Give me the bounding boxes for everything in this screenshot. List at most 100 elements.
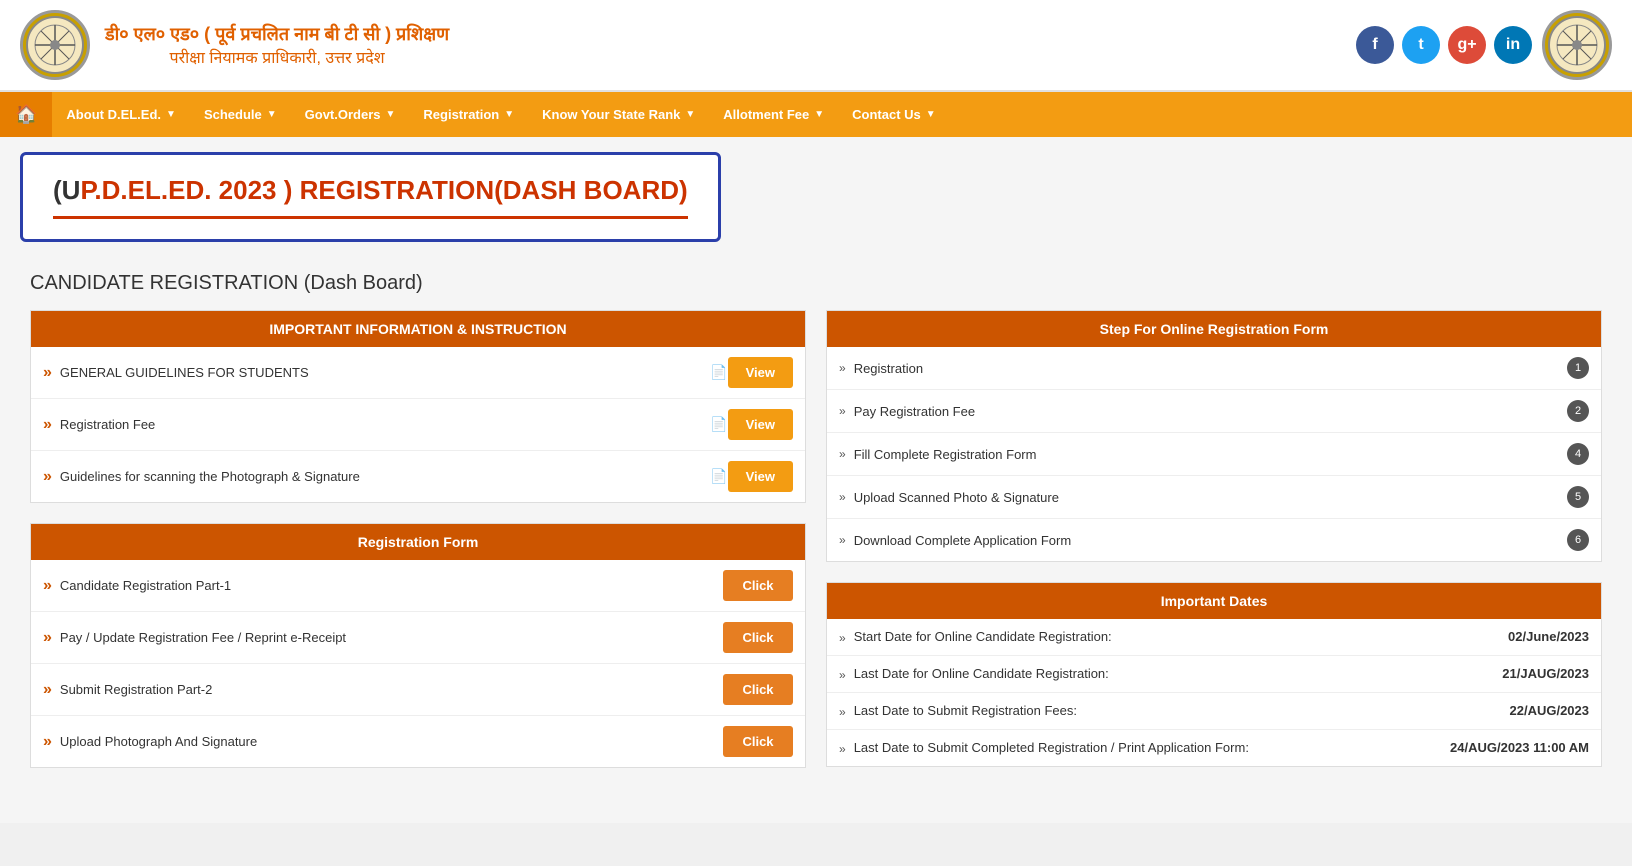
chevron-down-icon: ▼ [504,109,514,120]
date-label-last-reg: Last Date for Online Candidate Registrat… [854,666,1493,681]
info-text-guidelines: GENERAL GUIDELINES FOR STUDENTS [60,365,705,380]
page-header: डी० एल० एड० ( पूर्व प्रचलित नाम बी टी सी… [0,0,1632,92]
reg-text-part2: Submit Registration Part-2 [60,682,723,697]
reg-text-part1: Candidate Registration Part-1 [60,578,723,593]
steps-header: Step For Online Registration Form [827,311,1601,347]
view-guidelines-button[interactable]: View [728,357,793,388]
reg-row-part2: » Submit Registration Part-2 Click [31,664,805,716]
date-row-last-reg: » Last Date for Online Candidate Registr… [827,656,1601,693]
info-text-regfee: Registration Fee [60,417,705,432]
row-arrow-icon: » [43,468,52,486]
click-pay-button[interactable]: Click [723,622,793,653]
dashboard-title: CANDIDATE REGISTRATION (Dash Board) [30,272,1602,295]
reg-row-part1: » Candidate Registration Part-1 Click [31,560,805,612]
nav-about[interactable]: About D.EL.Ed. ▼ [52,92,190,137]
date-arrow-icon: » [839,668,846,682]
step-arrow-icon: » [839,490,846,504]
navbar: 🏠 About D.EL.Ed. ▼ Schedule ▼ Govt.Order… [0,92,1632,137]
registration-form-header: Registration Form [31,524,805,560]
important-info-panel: IMPORTANT INFORMATION & INSTRUCTION » GE… [30,310,806,503]
nav-know-state-rank[interactable]: Know Your State Rank ▼ [528,92,709,137]
step-arrow-icon: » [839,361,846,375]
left-column: IMPORTANT INFORMATION & INSTRUCTION » GE… [30,310,806,788]
header-left: डी० एल० एड० ( पूर्व प्रचलित नाम बी टी सी… [20,10,449,80]
registration-form-panel: Registration Form » Candidate Registrati… [30,523,806,768]
row-arrow-icon: » [43,733,52,751]
date-row-print: » Last Date to Submit Completed Registra… [827,730,1601,766]
chevron-down-icon: ▼ [267,109,277,120]
important-dates-body: » Start Date for Online Candidate Regist… [827,619,1601,766]
step-badge-4: 4 [1567,443,1589,465]
page-title: (UP.D.EL.ED. 2023 ) REGISTRATION(DASH BO… [53,175,688,206]
reg-text-pay: Pay / Update Registration Fee / Reprint … [60,630,723,645]
linkedin-icon[interactable]: in [1494,26,1532,64]
row-arrow-icon: » [43,629,52,647]
important-info-header: IMPORTANT INFORMATION & INSTRUCTION [31,311,805,347]
date-value-print: 24/AUG/2023 11:00 AM [1450,740,1589,755]
date-arrow-icon: » [839,705,846,719]
header-title-line2: परीक्षा नियामक प्राधिकारी, उत्तर प्रदेश [105,46,449,68]
nav-schedule[interactable]: Schedule ▼ [190,92,291,137]
date-label-start: Start Date for Online Candidate Registra… [854,629,1498,644]
pdf-icon: 📄 [710,364,727,381]
header-right: f t g+ in [1356,10,1612,80]
step-badge-6: 6 [1567,529,1589,551]
step-badge-5: 5 [1567,486,1589,508]
date-value-last-fee: 22/AUG/2023 [1510,703,1590,718]
step-text-1: Registration [854,361,1561,376]
right-column: Step For Online Registration Form » Regi… [826,310,1602,788]
date-label-print: Last Date to Submit Completed Registrati… [854,740,1440,755]
nav-allotment-fee[interactable]: Allotment Fee ▼ [709,92,838,137]
home-button[interactable]: 🏠 [0,92,52,137]
date-row-start: » Start Date for Online Candidate Regist… [827,619,1601,656]
googleplus-icon[interactable]: g+ [1448,26,1486,64]
view-scanning-button[interactable]: View [728,461,793,492]
facebook-icon[interactable]: f [1356,26,1394,64]
row-arrow-icon: » [43,364,52,382]
nav-contact-us[interactable]: Contact Us ▼ [838,92,950,137]
step-text-4: Fill Complete Registration Form [854,447,1561,462]
step-row-4: » Fill Complete Registration Form 4 [827,433,1601,476]
step-badge-2: 2 [1567,400,1589,422]
main-content: CANDIDATE REGISTRATION (Dash Board) IMPO… [0,257,1632,823]
row-arrow-icon: » [43,577,52,595]
chevron-down-icon: ▼ [685,109,695,120]
click-part1-button[interactable]: Click [723,570,793,601]
page-title-section: (UP.D.EL.ED. 2023 ) REGISTRATION(DASH BO… [0,137,1632,257]
row-arrow-icon: » [43,681,52,699]
row-arrow-icon: » [43,416,52,434]
chevron-down-icon: ▼ [814,109,824,120]
click-upload-button[interactable]: Click [723,726,793,757]
info-row-regfee: » Registration Fee 📄 View [31,399,805,451]
click-part2-button[interactable]: Click [723,674,793,705]
info-text-scanning: Guidelines for scanning the Photograph &… [60,469,705,484]
chevron-down-icon: ▼ [926,109,936,120]
header-title-line1: डी० एल० एड० ( पूर्व प्रचलित नाम बी टी सी… [105,22,449,46]
important-dates-panel: Important Dates » Start Date for Online … [826,582,1602,767]
nav-govt-orders[interactable]: Govt.Orders ▼ [291,92,410,137]
date-arrow-icon: » [839,631,846,645]
step-arrow-icon: » [839,447,846,461]
date-value-start: 02/June/2023 [1508,629,1589,644]
twitter-icon[interactable]: t [1402,26,1440,64]
page-title-box: (UP.D.EL.ED. 2023 ) REGISTRATION(DASH BO… [20,152,721,242]
date-value-last-reg: 21/JAUG/2023 [1502,666,1589,681]
pdf-icon: 📄 [710,468,727,485]
registration-form-body: » Candidate Registration Part-1 Click » … [31,560,805,767]
social-icons: f t g+ in [1356,26,1532,64]
step-badge-1: 1 [1567,357,1589,379]
chevron-down-icon: ▼ [386,109,396,120]
reg-text-upload: Upload Photograph And Signature [60,734,723,749]
info-row-scanning: » Guidelines for scanning the Photograph… [31,451,805,502]
step-arrow-icon: » [839,533,846,547]
step-row-1: » Registration 1 [827,347,1601,390]
important-dates-header: Important Dates [827,583,1601,619]
nav-registration[interactable]: Registration ▼ [409,92,528,137]
date-arrow-icon: » [839,742,846,756]
step-row-2: » Pay Registration Fee 2 [827,390,1601,433]
step-text-2: Pay Registration Fee [854,404,1561,419]
date-label-last-fee: Last Date to Submit Registration Fees: [854,703,1500,718]
view-regfee-button[interactable]: View [728,409,793,440]
steps-panel: Step For Online Registration Form » Regi… [826,310,1602,562]
step-row-6: » Download Complete Application Form 6 [827,519,1601,561]
